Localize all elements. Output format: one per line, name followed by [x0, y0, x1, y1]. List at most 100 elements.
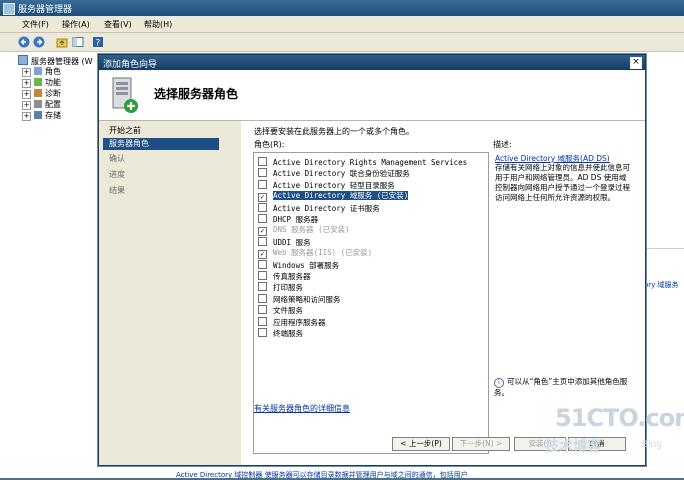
role-checkbox[interactable] [258, 316, 267, 326]
role-label: DHCP 服务器 [273, 215, 319, 224]
server-manager-icon [3, 3, 15, 15]
diagnostics-icon [34, 89, 42, 97]
server-icon [18, 55, 28, 65]
role-checkbox[interactable] [258, 259, 267, 269]
step-server-roles[interactable]: 服务器角色 [103, 138, 219, 150]
expand-icon[interactable]: + [22, 90, 31, 99]
back-button[interactable]: < 上一步(P) [392, 437, 450, 451]
role-label: 网络策略和访问服务 [273, 294, 341, 304]
role-label: 终端服务 [273, 329, 303, 338]
role-checkbox[interactable] [258, 271, 267, 280]
expand-icon[interactable]: + [22, 68, 31, 77]
step-before-you-begin[interactable]: 开始之前 [103, 125, 219, 137]
menu-bar: 文件(F) 操作(A) 查看(V) 帮助(H) [0, 16, 684, 33]
roles-icon [34, 67, 42, 75]
tree-item-diagnostics[interactable]: + 诊断 [22, 88, 61, 99]
role-label: Active Directory 联合身份验证服务 [273, 169, 410, 179]
role-label: UDDI 服务 [273, 237, 311, 247]
tree-item-roles[interactable]: + 角色 [22, 66, 61, 77]
wizard-steps: 开始之前 服务器角色 确认 进度 结果 [99, 121, 239, 465]
description-heading: 描述: [493, 140, 512, 149]
watermark-blog: Blog [642, 440, 662, 450]
role-checkbox[interactable] [258, 179, 267, 189]
forward-arrow-icon[interactable] [33, 36, 45, 48]
role-checkbox[interactable] [258, 305, 267, 315]
features-icon [34, 78, 42, 86]
expand-icon[interactable]: + [22, 112, 31, 121]
svg-text:?: ? [96, 39, 101, 49]
role-item[interactable]: 终端服务 [258, 328, 303, 338]
dialog-title: 添加角色向导 [103, 60, 158, 70]
role-item[interactable]: 网络策略和访问服务 [258, 293, 341, 304]
step-results: 结果 [109, 186, 125, 195]
role-checkbox[interactable] [258, 293, 267, 303]
role-item[interactable]: Active Directory Rights Management Servi… [258, 157, 467, 167]
ad-ds-link[interactable]: ory 域服务 [644, 280, 684, 291]
step-progress: 进度 [109, 170, 125, 179]
dialog-header: 选择服务器角色 [99, 70, 645, 121]
watermark-sub: 技术博客 [545, 439, 601, 455]
role-label: Active Directory 域服务 (已安装) [273, 191, 409, 201]
roles-label: 角色(R): [254, 140, 285, 149]
role-label: DNS 服务器 (已安装) [273, 225, 350, 235]
divider [642, 248, 684, 249]
role-item[interactable]: Active Directory 联合身份验证服务 [258, 168, 410, 178]
role-item[interactable]: DHCP 服务器 [258, 214, 318, 224]
role-label: Active Directory Rights Management Servi… [273, 158, 468, 167]
role-item: ✓ DNS 服务器 (已安装) [258, 225, 350, 237]
role-checkbox[interactable] [258, 236, 267, 246]
role-label: Active Directory 证书服务 [273, 203, 380, 213]
role-checkbox[interactable] [258, 202, 267, 212]
show-hide-tree-icon[interactable] [72, 36, 84, 48]
role-label: 打印服务 [273, 283, 303, 293]
more-info-link[interactable]: 有关服务器角色的详细信息 [254, 403, 350, 414]
role-label: 文件服务 [273, 306, 303, 316]
configuration-icon [34, 100, 42, 108]
description-text: 存储有关网络上对象的信息并使此信息可用于用户和网络管理员。AD DS 使用域控制… [495, 163, 630, 202]
back-arrow-icon[interactable] [18, 36, 30, 48]
role-checkbox[interactable] [258, 168, 267, 178]
window-title: 服务器管理器 [18, 5, 73, 15]
toolbar: ? [0, 33, 684, 52]
tree-item-configuration[interactable]: + 配置 [22, 99, 61, 110]
page-title: 选择服务器角色 [154, 87, 239, 101]
role-item[interactable]: 传真服务器 [258, 271, 311, 281]
expand-icon[interactable]: + [22, 79, 31, 88]
info-note: i 可以从“角色”主页中添加其他角色服务。 [494, 377, 628, 397]
menu-action[interactable]: 操作(A) [62, 19, 90, 30]
step-confirmation: 确认 [109, 154, 125, 163]
menu-file[interactable]: 文件(F) [22, 19, 49, 30]
storage-icon [34, 111, 42, 119]
menu-view[interactable]: 查看(V) [104, 19, 132, 30]
role-item[interactable]: 应用程序服务器 [258, 316, 326, 327]
role-item[interactable]: ✓ Active Directory 域服务 (已安装) [258, 191, 409, 203]
role-item[interactable]: 文件服务 [258, 305, 303, 315]
role-item[interactable]: 打印服务 [258, 282, 303, 292]
help-icon[interactable]: ? [92, 36, 104, 48]
role-checkbox[interactable] [258, 328, 267, 337]
instructions: 选择要安装在此服务器上的一个或多个角色。 [254, 127, 414, 136]
role-item[interactable]: Active Directory 证书服务 [258, 202, 380, 213]
role-checkbox: ✓ [258, 227, 267, 237]
role-label: Active Directory 轻型目录服务 [273, 180, 395, 190]
up-folder-icon[interactable] [56, 36, 68, 48]
tree-item-features[interactable]: + 功能 [22, 77, 61, 88]
role-item[interactable]: Active Directory 轻型目录服务 [258, 179, 395, 190]
role-checkbox[interactable]: ✓ [258, 193, 267, 203]
dialog-title-bar: 添加角色向导 × [99, 55, 645, 70]
role-label: 传真服务器 [273, 272, 311, 281]
role-item[interactable]: Windows 部署服务 [258, 259, 339, 270]
role-label: 应用程序服务器 [273, 317, 326, 327]
role-checkbox[interactable] [258, 214, 267, 223]
tree-item-storage[interactable]: + 存储 [22, 110, 61, 121]
menu-help[interactable]: 帮助(H) [144, 19, 172, 30]
role-description-text: Active Directory 域控制器 使服务器可以存储目录数据并管理用户与… [176, 471, 468, 479]
role-checkbox[interactable] [258, 282, 267, 292]
next-button: 下一步(N) > [452, 437, 510, 451]
role-label: Web 服务器(IIS) (已安装) [273, 248, 373, 258]
title-bar: 服务器管理器 [0, 0, 684, 16]
role-item[interactable]: UDDI 服务 [258, 236, 311, 247]
role-checkbox[interactable] [258, 157, 267, 166]
expand-icon[interactable]: + [22, 101, 31, 110]
close-icon[interactable]: × [630, 57, 642, 69]
